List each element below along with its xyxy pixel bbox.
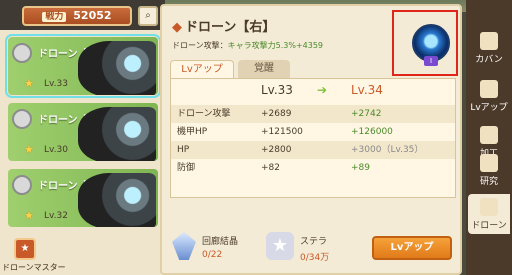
star-icon: ★ — [24, 143, 34, 156]
card-level: Lv.30 — [44, 145, 68, 155]
diamond-icon: ◆ — [172, 20, 182, 35]
detail-panel: ◆ ドローン【右】 ドローン攻撃：キャラ攻撃力5.3%+4359 I Lvアップ … — [160, 4, 462, 275]
item-name: ステラ — [300, 237, 328, 247]
stat-row: 機甲HP +121500 +126000 — [171, 123, 455, 141]
menu-label: ドローン — [471, 221, 507, 231]
stat-current: +121500 — [261, 127, 303, 137]
card-level: Lv.32 — [44, 211, 68, 221]
drone-card-list: ドローン【右】 ★ Lv.33 ドローン【左】 ★ Lv.30 ドローン【頭】 … — [4, 33, 161, 235]
drone-image — [78, 41, 156, 95]
avatar-icon — [12, 175, 32, 195]
master-label: ドローンマスター — [2, 263, 66, 272]
left-panel: 戦力 52052 ⌕ ドローン【右】 ★ Lv.33 ドローン【左】 ★ Lv.… — [0, 0, 165, 275]
drone-icon — [480, 198, 498, 216]
drone-image — [78, 107, 156, 161]
star-icon: ★ — [24, 77, 34, 90]
menu-label: Lvアップ — [470, 103, 508, 113]
stat-label: 機甲HP — [177, 127, 208, 137]
level-next: Lv.34 — [351, 83, 383, 97]
left-header: 戦力 52052 ⌕ — [0, 0, 165, 30]
menu-label: カバン — [475, 55, 503, 65]
stat-label: HP — [177, 145, 190, 155]
tab-level-up[interactable]: Lvアップ — [170, 60, 234, 78]
menu-bag[interactable]: カバン — [468, 28, 510, 68]
drone-card-head[interactable]: ドローン【頭】 ★ Lv.32 — [8, 169, 158, 227]
rank-badge: I — [424, 56, 438, 66]
title-text: ドローン【右】 — [185, 20, 276, 35]
arrow-up-icon — [480, 80, 498, 98]
drone-card-left[interactable]: ドローン【左】 ★ Lv.30 — [8, 103, 158, 161]
search-icon: ⌕ — [145, 10, 151, 21]
arrow-right-icon: ➔ — [317, 83, 328, 97]
drone-master-button[interactable]: ★ ドローンマスター — [2, 238, 66, 274]
menu-label: 研究 — [479, 177, 498, 187]
stat-label: ドローン攻撃 — [177, 109, 231, 119]
level-header: Lv.33 ➔ Lv.34 — [171, 83, 455, 103]
avatar-icon — [12, 109, 32, 129]
drone-attack-summary: ドローン攻撃：キャラ攻撃力5.3%+4359 — [172, 40, 323, 51]
stat-row: HP +2800 +3000（Lv.35） — [171, 141, 455, 159]
stat-next: +3000（Lv.35） — [351, 145, 424, 155]
summary-label: ドローン攻撃： — [172, 41, 228, 50]
bag-icon — [480, 32, 498, 50]
power-value: 52052 — [73, 9, 112, 22]
stat-row: ドローン攻撃 +2689 +2742 — [171, 105, 455, 123]
research-icon — [480, 154, 498, 172]
stat-current: +2800 — [261, 145, 292, 155]
item-count: 0/34万 — [300, 253, 330, 263]
stat-next: +2742 — [351, 109, 382, 119]
stat-label: 防御 — [177, 163, 196, 173]
cost-item-stella: ★ ステラ 0/34万 — [162, 232, 362, 268]
cost-bar: 回廊結晶 0/22 ★ ステラ 0/34万 Lvアップ — [162, 226, 464, 272]
power-label: 戦力 — [42, 12, 67, 22]
card-level: Lv.33 — [44, 79, 68, 89]
star-icon: ★ — [24, 209, 34, 222]
stat-row: 防御 +82 +89 — [171, 159, 455, 177]
menu-level-up[interactable]: Lvアップ — [468, 76, 510, 116]
search-button[interactable]: ⌕ — [138, 6, 158, 26]
stat-current: +2689 — [261, 109, 292, 119]
drone-image — [78, 173, 156, 227]
stats-table: Lv.33 ➔ Lv.34 ドローン攻撃 +2689 +2742 機甲HP +1… — [170, 78, 456, 198]
right-menu: カバン Lvアップ 加工 研究 ドローン — [466, 0, 512, 275]
master-icon: ★ — [14, 238, 36, 260]
summary-value: キャラ攻撃力5.3%+4359 — [227, 41, 323, 50]
tab-awaken[interactable]: 覚醒 — [238, 60, 290, 78]
stat-next: +126000 — [351, 127, 393, 137]
stat-current: +82 — [261, 163, 280, 173]
stats-rows: ドローン攻撃 +2689 +2742 機甲HP +121500 +126000 … — [171, 105, 455, 195]
level-current: Lv.33 — [261, 83, 293, 97]
stat-next: +89 — [351, 163, 370, 173]
menu-drone[interactable]: ドローン — [468, 194, 510, 234]
star-icon — [480, 126, 498, 144]
menu-research[interactable]: 研究 — [468, 150, 510, 190]
avatar-icon — [12, 43, 32, 63]
power-badge: 戦力 52052 — [22, 6, 132, 26]
level-up-button[interactable]: Lvアップ — [372, 236, 452, 260]
page-title: ◆ ドローン【右】 — [172, 16, 275, 35]
star-icon: ★ — [266, 232, 294, 260]
drone-card-right[interactable]: ドローン【右】 ★ Lv.33 — [5, 34, 161, 98]
